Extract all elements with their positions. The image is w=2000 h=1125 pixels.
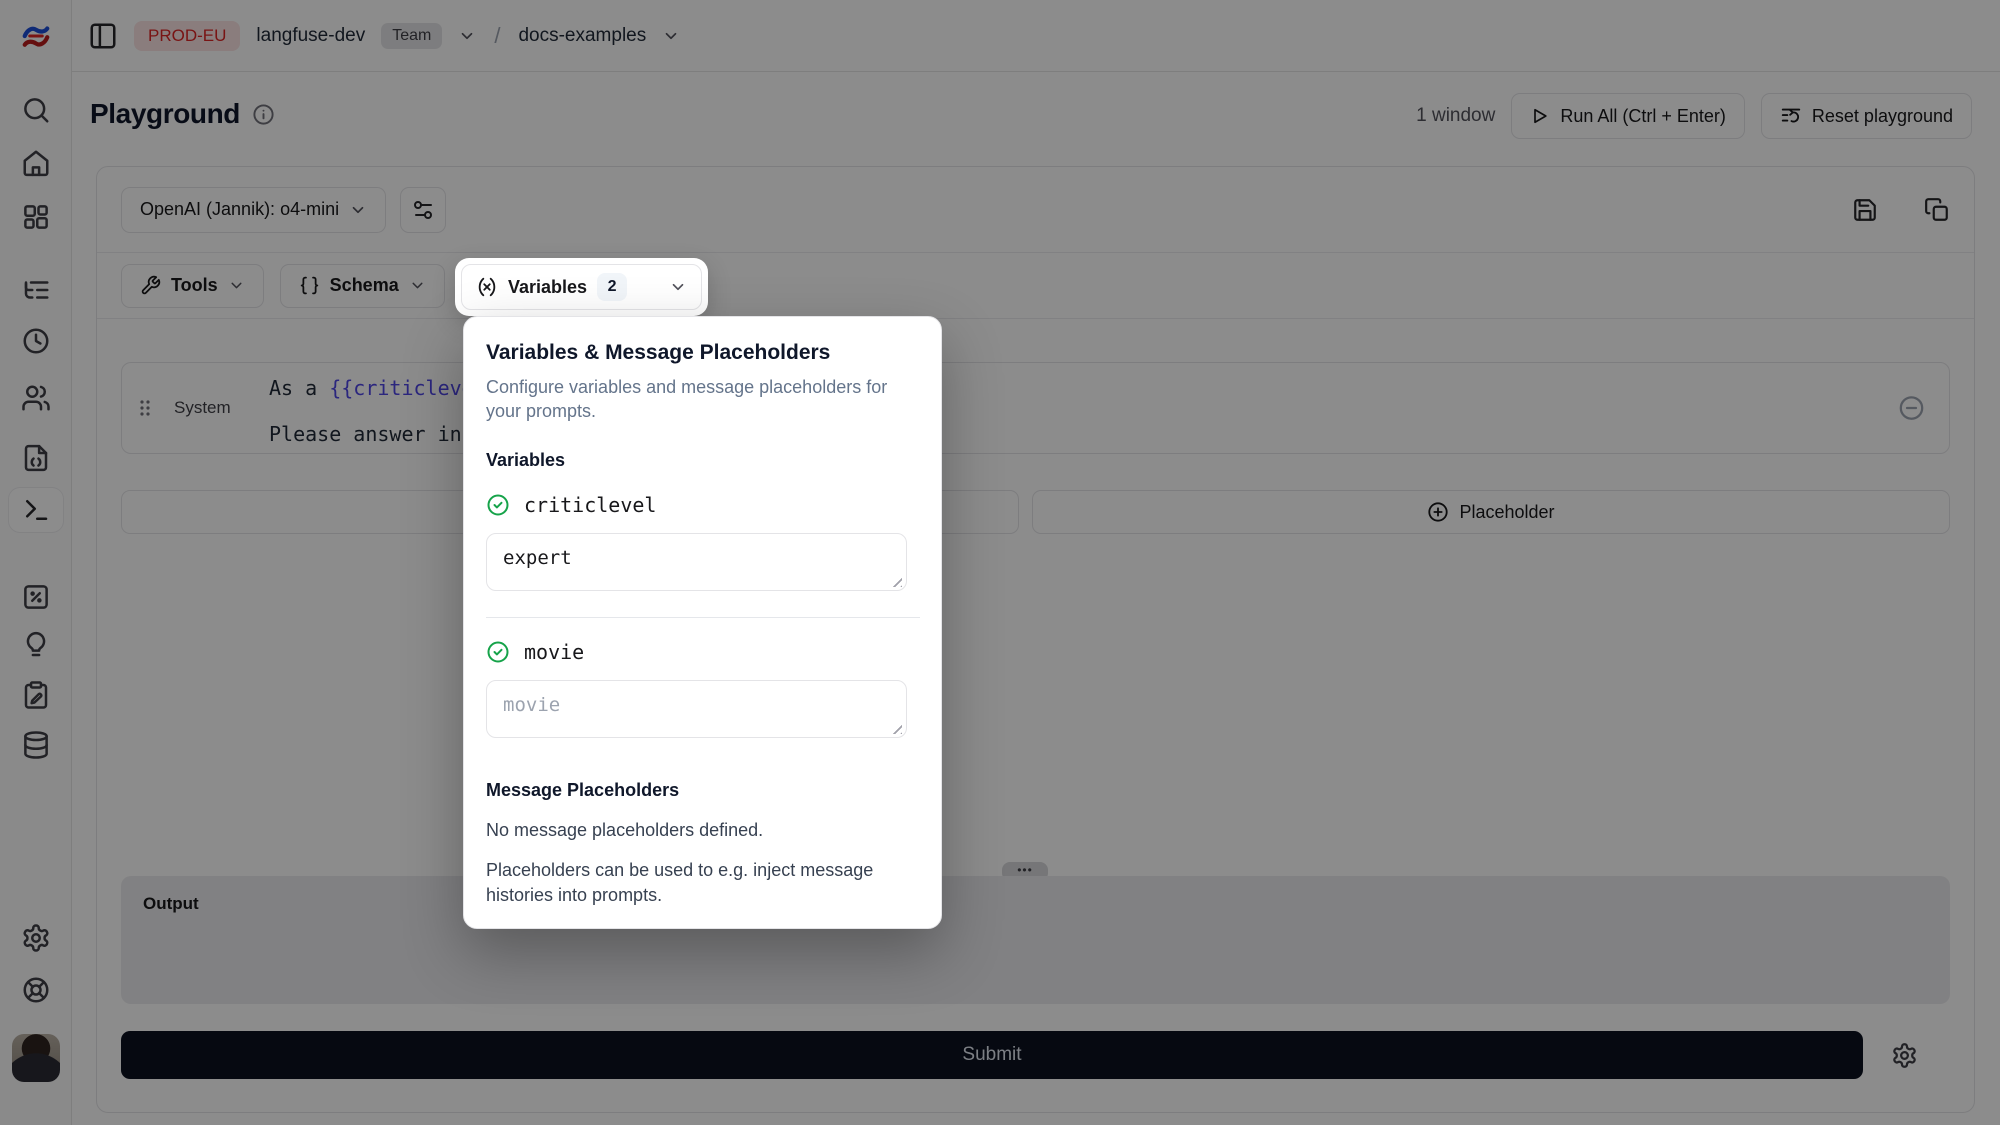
variable-value-input[interactable]: expert bbox=[486, 533, 907, 591]
placeholders-hint-text: Placeholders can be used to e.g. inject … bbox=[486, 858, 906, 909]
chevron-down-icon bbox=[669, 278, 687, 296]
variables-dropdown[interactable]: Variables 2 bbox=[461, 264, 702, 310]
check-circle-icon bbox=[486, 493, 510, 517]
modal-overlay[interactable] bbox=[0, 0, 2000, 1125]
variables-count-badge: 2 bbox=[597, 273, 627, 301]
variable-row: criticlevel bbox=[486, 493, 919, 517]
placeholders-section-heading: Message Placeholders bbox=[486, 780, 919, 801]
variables-trigger-card: Variables 2 bbox=[455, 258, 708, 316]
variables-popover: Variables & Message Placeholders Configu… bbox=[463, 316, 942, 929]
divider bbox=[486, 617, 920, 618]
app-root: PROD-EU langfuse-dev Team / docs-example… bbox=[0, 0, 2000, 1125]
popover-title: Variables & Message Placeholders bbox=[486, 341, 919, 365]
popover-description: Configure variables and message placehol… bbox=[486, 375, 906, 424]
variable-name: movie bbox=[524, 640, 584, 664]
variable-name: criticlevel bbox=[524, 493, 656, 517]
placeholders-empty-text: No message placeholders defined. bbox=[486, 820, 919, 841]
variable-row: movie bbox=[486, 640, 919, 664]
variables-section-heading: Variables bbox=[486, 450, 919, 471]
variable-icon bbox=[476, 276, 498, 298]
variable-value-input[interactable] bbox=[486, 680, 907, 738]
check-circle-icon bbox=[486, 640, 510, 664]
